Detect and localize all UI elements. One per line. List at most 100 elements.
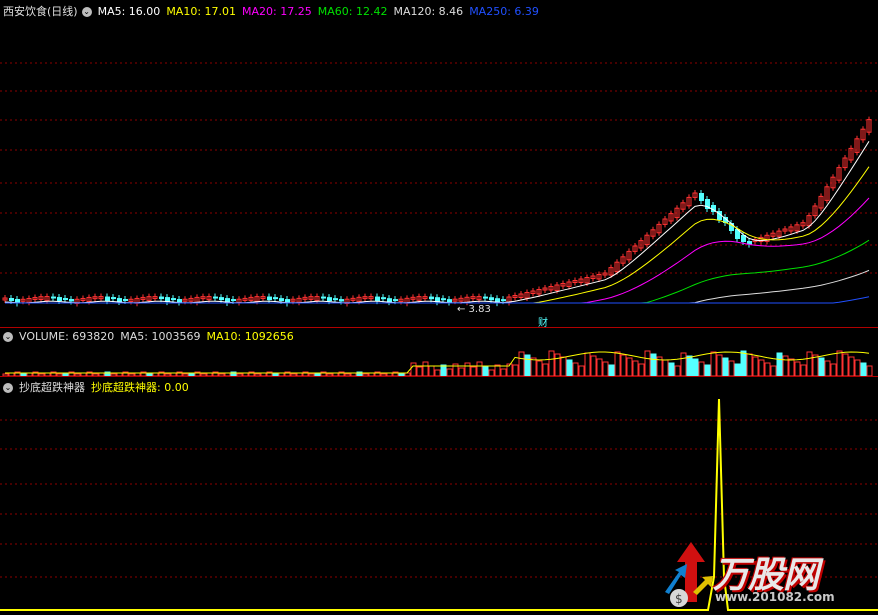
volume-bar — [416, 366, 423, 376]
volume-bar — [764, 362, 771, 376]
candle-body — [339, 299, 344, 302]
volume-bar — [686, 355, 693, 376]
volume-bar — [458, 367, 465, 376]
volume-bar — [548, 350, 555, 376]
volume-bar — [554, 353, 561, 376]
volume-bar — [620, 354, 627, 376]
volume-bar — [542, 363, 549, 376]
ma250-label: MA250: 6.39 — [469, 5, 539, 18]
volume-bar — [608, 364, 615, 376]
candle-body — [111, 297, 116, 300]
volume-bar — [410, 362, 417, 376]
candle-body — [333, 298, 338, 301]
volume-bar — [716, 354, 723, 376]
volume-bar — [650, 353, 657, 376]
volume-bar — [560, 356, 567, 376]
volume-bar — [638, 363, 645, 376]
candle-body — [159, 296, 164, 300]
candle-body — [63, 298, 68, 301]
volume-bar — [848, 356, 855, 376]
candlestick-chart[interactable] — [0, 0, 878, 327]
volume-bar — [614, 351, 621, 376]
ma5-label: MA5: 16.00 — [97, 5, 161, 18]
watermark-logo: $ 万股网 www.201082.com — [655, 532, 878, 615]
watermark-url: www.201082.com — [715, 590, 835, 604]
candle-body — [501, 299, 506, 302]
volume-bar — [866, 365, 873, 376]
volume-bar — [758, 359, 765, 376]
volume-bar — [854, 359, 861, 376]
ma5-line — [4, 141, 870, 304]
candle-body — [447, 299, 452, 303]
indicator-value: 抄底超跌神器: 0.00 — [91, 381, 189, 394]
volume-bar — [446, 368, 453, 376]
volume-bar — [422, 361, 429, 376]
volume-bar — [464, 362, 471, 376]
volume-bar — [782, 355, 789, 376]
volume-bar — [734, 363, 741, 376]
indicator-settings-icon[interactable]: ⌄ — [81, 6, 92, 17]
svg-text:$: $ — [675, 592, 683, 606]
volume-bar — [836, 350, 843, 376]
volume-bar — [806, 351, 813, 376]
candle-body — [171, 298, 176, 301]
volume-bar — [644, 350, 651, 376]
volume-bar — [632, 360, 639, 376]
volume-bar — [470, 366, 477, 376]
ma120-label: MA120: 8.46 — [393, 5, 464, 18]
ma10-label: MA10: 17.01 — [166, 5, 237, 18]
volume-bar — [740, 350, 747, 376]
volume-bar — [710, 351, 717, 376]
volume-bar — [596, 358, 603, 376]
volume-bar — [800, 364, 807, 376]
candle-body — [123, 299, 128, 302]
indicator-legend: ⌄ 抄底超跌神器 抄底超跌神器: 0.00 — [3, 379, 195, 395]
volume-bar — [572, 362, 579, 376]
volume-bar — [812, 354, 819, 376]
volume-bar — [566, 359, 573, 376]
candle-body — [327, 297, 332, 302]
stock-title: 西安饮食(日线) — [3, 5, 78, 18]
volume-bar — [524, 354, 531, 376]
volume-bar — [440, 364, 447, 376]
volume-settings-icon[interactable]: ⌄ — [3, 331, 13, 342]
volume-panel[interactable]: ⌄ VOLUME: 693820 MA5: 1003569 MA10: 1092656 — [0, 328, 878, 376]
volume-bar — [536, 360, 543, 376]
volume-bar — [776, 352, 783, 376]
volume-bar — [602, 361, 609, 376]
candle-body — [177, 299, 182, 303]
candle-body — [231, 299, 236, 302]
volume-bar — [860, 362, 867, 376]
indicator-panel-settings-icon[interactable]: ⌄ — [3, 382, 13, 393]
ma20-line — [5, 197, 870, 304]
candle-body — [9, 298, 14, 301]
candle-body — [375, 296, 380, 302]
volume-bar — [794, 361, 801, 376]
candle-body — [213, 296, 218, 299]
candle-body — [69, 298, 74, 302]
volume-bar — [494, 364, 501, 376]
volume-bar — [674, 365, 681, 376]
volume-bar — [824, 360, 831, 376]
volume-bar — [830, 363, 837, 376]
volume-bar — [590, 355, 597, 376]
volume-bar — [584, 352, 591, 376]
volume-bar — [518, 351, 525, 376]
low-price-marker: ← 3.83 — [457, 304, 491, 315]
volume-bar — [788, 358, 795, 376]
candle-body — [51, 296, 56, 299]
volume-bar — [692, 358, 699, 376]
volume-bar — [770, 365, 777, 376]
indicator-name: 抄底超跌神器 — [19, 381, 85, 394]
candle-body — [105, 296, 110, 302]
volume-bar — [704, 364, 711, 376]
candle-body — [441, 298, 446, 301]
volume-bar — [476, 361, 483, 376]
candle-body — [321, 296, 326, 299]
price-chart-panel[interactable]: 西安饮食(日线) ⌄ MA5: 16.00 MA10: 17.01 MA20: 17.2… — [0, 0, 878, 329]
volume-bar — [728, 360, 735, 376]
volume-bar — [752, 356, 759, 376]
volume-bar — [428, 365, 435, 376]
volume-bar — [680, 352, 687, 376]
volume-bar — [662, 359, 669, 376]
